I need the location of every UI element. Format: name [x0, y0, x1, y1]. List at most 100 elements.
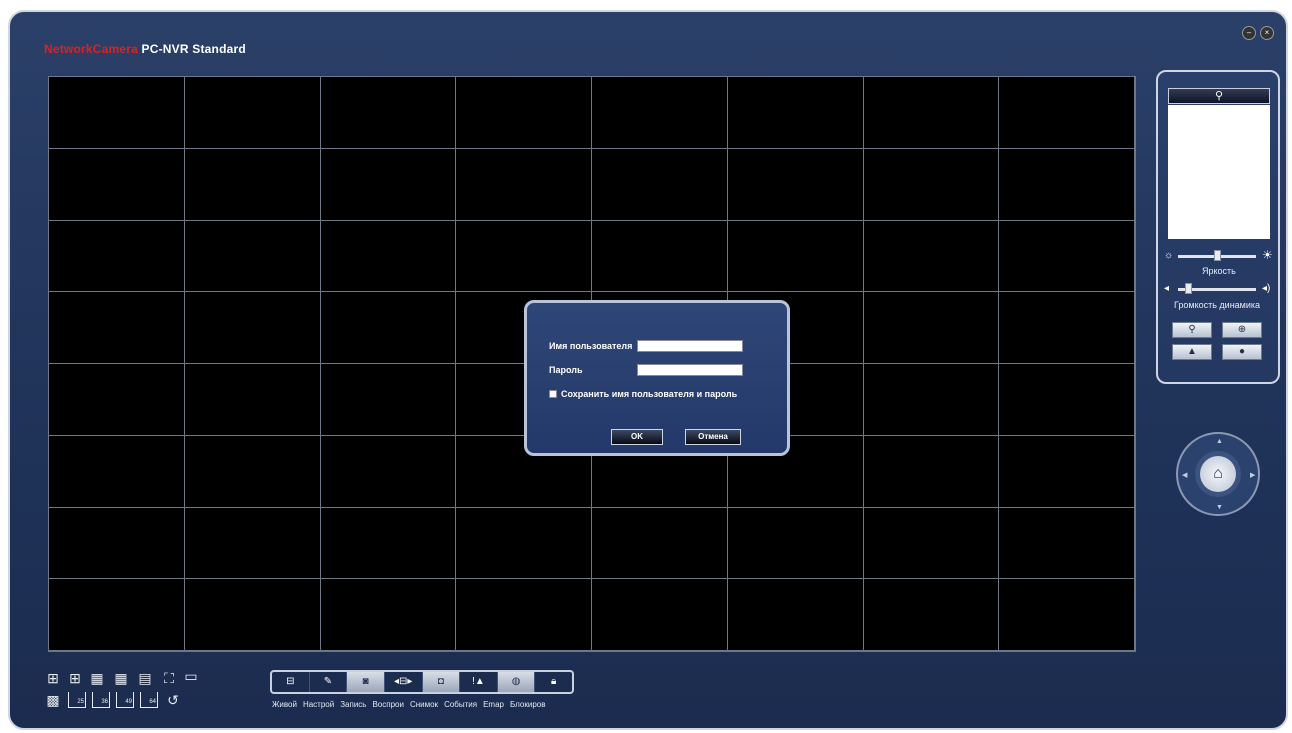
- video-cell[interactable]: [320, 435, 457, 508]
- video-cell[interactable]: [456, 579, 592, 651]
- video-cell[interactable]: [184, 435, 321, 508]
- close-icon[interactable]: ×: [1260, 26, 1274, 40]
- snapshot-button[interactable]: ◘: [422, 672, 461, 692]
- video-cell[interactable]: [49, 435, 185, 508]
- toolbar-label-playback[interactable]: Воспрои: [372, 700, 403, 709]
- video-cell[interactable]: [727, 507, 864, 580]
- ptz-left-icon[interactable]: ◀: [1182, 471, 1187, 479]
- ptz-control[interactable]: ▲ ▼ ◀ ▶ ⌂: [1176, 432, 1260, 516]
- video-cell[interactable]: [456, 507, 592, 580]
- settings-button[interactable]: ✎: [310, 672, 348, 692]
- video-cell[interactable]: [49, 148, 185, 221]
- video-cell[interactable]: [999, 435, 1135, 508]
- toolbar-label-snapshot[interactable]: Снимок: [410, 700, 438, 709]
- password-input[interactable]: [637, 364, 743, 376]
- video-cell[interactable]: [320, 292, 457, 364]
- volume-knob[interactable]: [1185, 283, 1193, 294]
- video-cell[interactable]: [999, 292, 1135, 364]
- layout-36-button[interactable]: 36: [92, 692, 110, 708]
- layout-4-icon[interactable]: ⊞: [44, 670, 62, 686]
- video-cell[interactable]: [184, 364, 321, 436]
- layout-25-button[interactable]: 25: [68, 692, 86, 708]
- video-cell[interactable]: [320, 148, 457, 221]
- video-cell[interactable]: [592, 77, 728, 149]
- live-button[interactable]: ⊟: [272, 672, 310, 692]
- iris-button[interactable]: ●: [1222, 344, 1262, 360]
- layout-9-icon[interactable]: ⊞: [66, 670, 84, 686]
- ptz-down-icon[interactable]: ▼: [1216, 504, 1223, 511]
- video-cell[interactable]: [456, 77, 592, 149]
- fullscreen-icon[interactable]: ⛶: [160, 670, 178, 686]
- video-cell[interactable]: [863, 507, 1000, 580]
- video-cell[interactable]: [456, 148, 592, 221]
- playback-button[interactable]: ◂⊟▸: [385, 672, 423, 692]
- video-cell[interactable]: [863, 435, 1000, 508]
- video-cell[interactable]: [320, 364, 457, 436]
- toolbar-label-events[interactable]: События: [444, 700, 477, 709]
- video-cell[interactable]: [49, 579, 185, 651]
- video-cell[interactable]: [320, 507, 457, 580]
- video-cell[interactable]: [999, 579, 1135, 651]
- ok-button[interactable]: OK: [611, 429, 663, 445]
- minimize-icon[interactable]: –: [1242, 26, 1256, 40]
- lock-button[interactable]: 🔒︎: [535, 672, 572, 692]
- zoom-out-button[interactable]: ⚲: [1172, 322, 1212, 338]
- zoom-in-button[interactable]: ⊕: [1222, 322, 1262, 338]
- video-cell[interactable]: [456, 220, 592, 293]
- layout-49-button[interactable]: 49: [116, 692, 134, 708]
- video-cell[interactable]: [863, 148, 1000, 221]
- video-cell[interactable]: [184, 220, 321, 293]
- video-cell[interactable]: [727, 579, 864, 651]
- refresh-icon[interactable]: ↺: [164, 692, 182, 708]
- video-cell[interactable]: [863, 579, 1000, 651]
- ptz-up-icon[interactable]: ▲: [1216, 438, 1223, 445]
- brightness-knob[interactable]: [1213, 250, 1221, 261]
- video-cell[interactable]: [49, 292, 185, 364]
- remember-checkbox[interactable]: [549, 390, 557, 398]
- ptz-right-icon[interactable]: ▶: [1250, 471, 1255, 479]
- video-cell[interactable]: [863, 220, 1000, 293]
- video-cell[interactable]: [999, 220, 1135, 293]
- video-cell[interactable]: [863, 364, 1000, 436]
- toolbar-label-settings[interactable]: Настрой: [303, 700, 334, 709]
- video-cell[interactable]: [184, 292, 321, 364]
- video-cell[interactable]: [592, 579, 728, 651]
- username-input[interactable]: [637, 340, 743, 352]
- remember-label[interactable]: Сохранить имя пользователя и пароль: [561, 389, 737, 399]
- video-cell[interactable]: [727, 148, 864, 221]
- video-cell[interactable]: [184, 148, 321, 221]
- toolbar-label-live[interactable]: Живой: [272, 700, 297, 709]
- layout-13-icon[interactable]: ▤: [136, 670, 154, 686]
- layout-20-icon[interactable]: ▩: [44, 692, 62, 708]
- layout-10-icon[interactable]: ▦: [112, 670, 130, 686]
- video-cell[interactable]: [184, 507, 321, 580]
- record-button[interactable]: ◙: [347, 672, 385, 692]
- toolbar-label-record[interactable]: Запись: [340, 700, 366, 709]
- video-cell[interactable]: [999, 148, 1135, 221]
- video-cell[interactable]: [184, 579, 321, 651]
- video-cell[interactable]: [320, 220, 457, 293]
- video-cell[interactable]: [320, 579, 457, 651]
- video-cell[interactable]: [592, 220, 728, 293]
- toolbar-label-emap[interactable]: Emap: [483, 700, 504, 709]
- video-cell[interactable]: [863, 292, 1000, 364]
- video-cell[interactable]: [727, 220, 864, 293]
- layout-64-button[interactable]: 64: [140, 692, 158, 708]
- video-cell[interactable]: [49, 220, 185, 293]
- toolbar-label-lock[interactable]: Блокиров: [510, 700, 545, 709]
- video-cell[interactable]: [863, 77, 1000, 149]
- video-cell[interactable]: [49, 364, 185, 436]
- home-icon[interactable]: ⌂: [1200, 456, 1236, 492]
- video-cell[interactable]: [592, 507, 728, 580]
- preview-header[interactable]: ⚲: [1168, 88, 1270, 104]
- events-button[interactable]: !▲: [460, 672, 498, 692]
- emap-button[interactable]: ◍: [497, 672, 536, 692]
- layout-16-icon[interactable]: ▦: [88, 670, 106, 686]
- window-icon[interactable]: ▭: [182, 668, 200, 684]
- video-cell[interactable]: [999, 507, 1135, 580]
- video-cell[interactable]: [184, 77, 321, 149]
- video-cell[interactable]: [999, 77, 1135, 149]
- video-cell[interactable]: [49, 77, 185, 149]
- focus-button[interactable]: ▲: [1172, 344, 1212, 360]
- video-cell[interactable]: [999, 364, 1135, 436]
